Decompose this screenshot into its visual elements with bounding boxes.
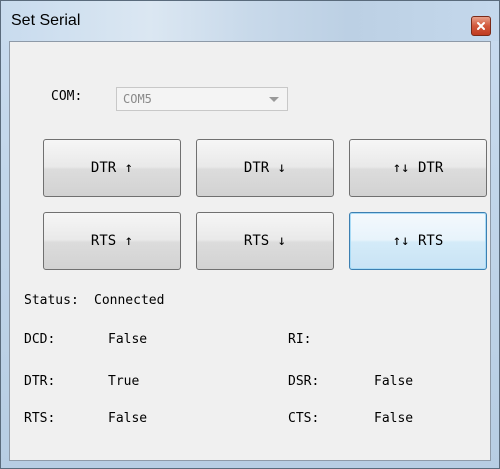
rts-toggle-button[interactable]: ↑↓ RTS <box>349 212 487 270</box>
com-port-select[interactable]: COM5 <box>116 87 288 111</box>
com-label: COM: <box>51 89 83 104</box>
rts-up-label: RTS ↑ <box>90 233 134 249</box>
close-button[interactable] <box>471 16 491 36</box>
dcd-label: DCD: <box>24 332 56 347</box>
status-label: Status: <box>24 293 79 308</box>
cts-label: CTS: <box>288 411 320 426</box>
ri-label: RI: <box>288 332 312 347</box>
close-icon <box>477 22 485 30</box>
title-bar[interactable]: Set Serial <box>1 1 499 41</box>
dtr-toggle-button[interactable]: ↑↓ DTR <box>349 139 487 197</box>
cts-value: False <box>374 411 414 426</box>
dtr-label: DTR: <box>24 374 56 389</box>
dtr-down-button[interactable]: DTR ↓ <box>196 139 334 197</box>
rts-down-label: RTS ↓ <box>243 233 287 249</box>
rts-up-button[interactable]: RTS ↑ <box>43 212 181 270</box>
chevron-down-icon <box>269 97 279 102</box>
dsr-value: False <box>374 374 414 389</box>
set-serial-window: Set Serial COM: COM5 DTR ↑ DTR ↓ ↑↓ DTR … <box>0 0 500 469</box>
com-port-value: COM5 <box>123 92 152 106</box>
dtr-up-button[interactable]: DTR ↑ <box>43 139 181 197</box>
rts-label: RTS: <box>24 411 56 426</box>
rts-value: False <box>108 411 148 426</box>
dtr-down-label: DTR ↓ <box>243 160 287 176</box>
dtr-up-label: DTR ↑ <box>90 160 134 176</box>
dtr-value: True <box>108 374 140 389</box>
rts-toggle-label: ↑↓ RTS <box>392 233 444 249</box>
status-value: Connected <box>94 293 165 308</box>
dialog-body: COM: COM5 DTR ↑ DTR ↓ ↑↓ DTR RTS ↑ RTS ↓… <box>9 41 491 461</box>
dsr-label: DSR: <box>288 374 320 389</box>
dcd-value: False <box>108 332 148 347</box>
dtr-toggle-label: ↑↓ DTR <box>392 160 444 176</box>
rts-down-button[interactable]: RTS ↓ <box>196 212 334 270</box>
window-title: Set Serial <box>11 12 81 29</box>
